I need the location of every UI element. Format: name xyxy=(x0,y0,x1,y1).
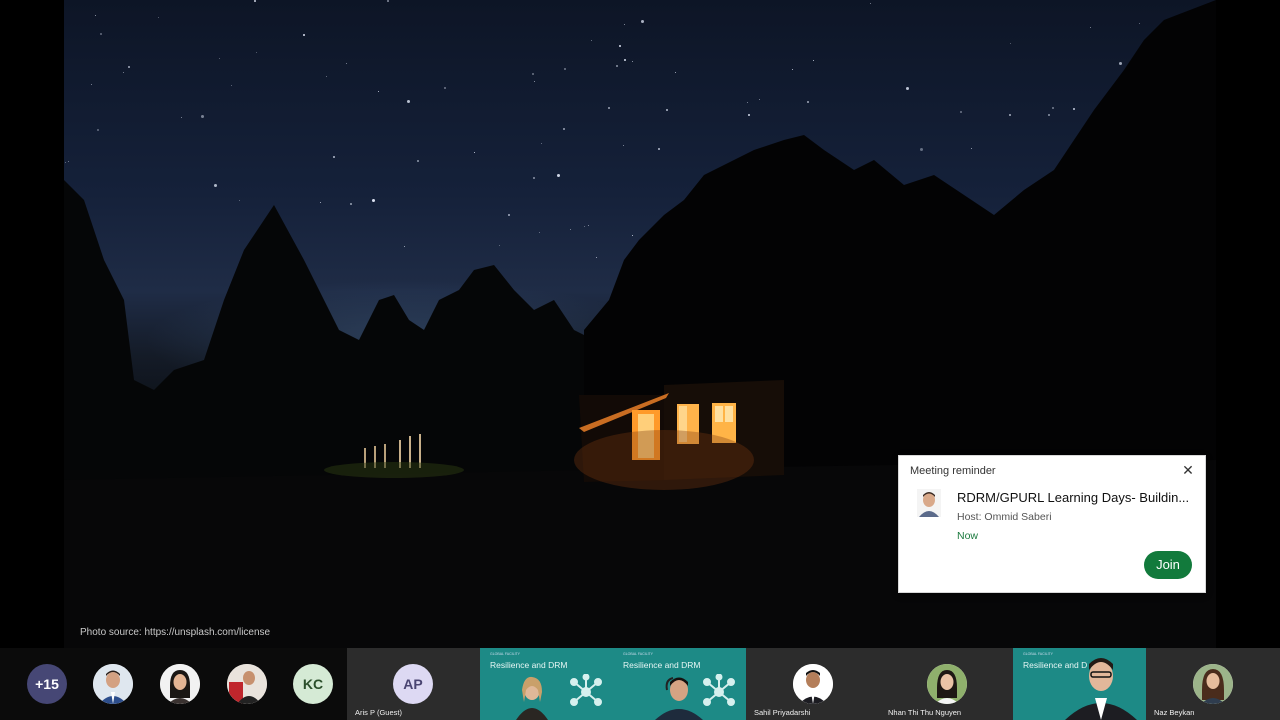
participant-avatar[interactable] xyxy=(93,664,133,704)
participant-avatar[interactable] xyxy=(160,664,200,704)
participant-name: Sahil Priyadarshi xyxy=(754,708,811,717)
network-graphic-icon xyxy=(570,674,602,706)
participant-avatar xyxy=(926,664,967,704)
slide-header-text: GLOBAL FACILITY xyxy=(1023,652,1054,656)
participant-initials-avatar[interactable]: KC xyxy=(293,664,333,704)
close-icon[interactable]: ✕ xyxy=(1180,462,1196,478)
participant-avatar xyxy=(1193,664,1233,704)
meeting-time: Now xyxy=(957,530,979,542)
participant-strip: +15 KC AP Aris P (Guest) GLOBAL FACILITY… xyxy=(0,648,1280,720)
participant-name: Nhan Thi Thu Nguyen xyxy=(888,708,962,717)
background-slide-title: Resilience and DRM xyxy=(623,660,701,670)
participant-avatar xyxy=(793,664,833,704)
participant-tile[interactable]: GLOBAL FACILITY Resilience and D xyxy=(1013,648,1146,720)
slide-header-text: GLOBAL FACILITY xyxy=(623,652,654,656)
participant-video xyxy=(655,677,703,720)
participant-initials-avatar: AP xyxy=(393,664,433,704)
participant-name: Naz Beykan xyxy=(1154,708,1195,717)
participant-video xyxy=(516,676,548,720)
participant-avatar[interactable] xyxy=(227,664,267,704)
participant-tile[interactable]: Naz Beykan xyxy=(1146,648,1280,720)
meeting-name: RDRM/GPURL Learning Days- Buildin... xyxy=(957,490,1190,505)
host-avatar xyxy=(917,489,941,517)
participant-video xyxy=(1065,658,1137,720)
photo-caption: Photo source: https://unsplash.com/licen… xyxy=(80,627,271,638)
participant-name: Aris P (Guest) xyxy=(355,708,402,717)
meeting-stage: Photo source: https://unsplash.com/licen… xyxy=(0,0,1280,720)
participant-tile[interactable]: Sahil Priyadarshi xyxy=(746,648,880,720)
slide-header-text: GLOBAL FACILITY xyxy=(490,652,521,656)
background-slide-title: Resilience and DRM xyxy=(490,660,568,670)
participant-tile[interactable]: GLOBAL FACILITY Resilience and DRM xyxy=(613,648,746,720)
participant-tile[interactable]: GLOBAL FACILITY Resilience and DRM xyxy=(480,648,613,720)
meeting-host: Host: Ommid Saberi xyxy=(957,511,1052,523)
participant-tile[interactable]: Nhan Thi Thu Nguyen xyxy=(880,648,1013,720)
meeting-reminder-toast: Meeting reminder ✕ RDRM/GPURL Learning D… xyxy=(898,455,1206,593)
toast-title: Meeting reminder xyxy=(910,465,996,477)
join-button[interactable]: Join xyxy=(1144,551,1192,579)
participant-tile[interactable]: AP Aris P (Guest) xyxy=(347,648,480,720)
more-participants-button[interactable]: +15 xyxy=(27,664,67,704)
